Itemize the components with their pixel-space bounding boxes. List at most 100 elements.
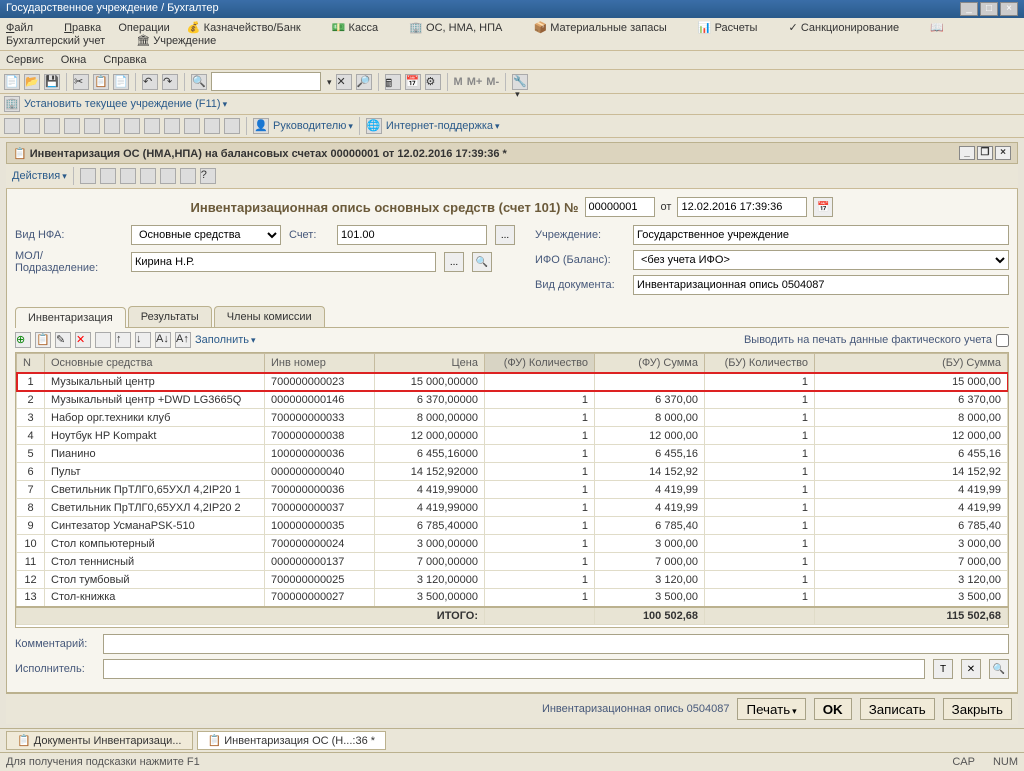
table-row[interactable]: 13Стол-книжка7000000000273 500,0000013 5… <box>17 589 1008 607</box>
move-up-icon[interactable]: ↑ <box>115 332 131 348</box>
mol-input[interactable] <box>131 252 436 272</box>
tb3-icon-11[interactable] <box>204 118 220 134</box>
tb3-icon-9[interactable] <box>164 118 180 134</box>
date-picker-button[interactable]: 📅 <box>813 197 833 217</box>
mol-open[interactable]: 🔍 <box>472 252 492 272</box>
cut-icon[interactable]: ✂ <box>73 74 89 90</box>
doc-minimize-button[interactable]: _ <box>959 146 975 160</box>
table-row[interactable]: 10Стол компьютерный7000000000243 000,000… <box>17 535 1008 553</box>
copy-row-icon[interactable]: 📋 <box>35 332 51 348</box>
table-row[interactable]: 8Светильник ПрТЛГ0,65УХЛ 4,2IP20 2700000… <box>17 499 1008 517</box>
col-buq[interactable]: (БУ) Количество <box>705 354 815 373</box>
executor-input[interactable] <box>103 659 925 679</box>
memory-mminus[interactable]: M- <box>486 76 499 88</box>
menu-os[interactable]: 🏢 ОС, НМА, НПА <box>409 22 516 34</box>
close-button[interactable]: × <box>1000 2 1018 16</box>
doc-tb-icon-3[interactable] <box>120 168 136 184</box>
table-row[interactable]: 4Ноутбук HP Kompakt70000000003812 000,00… <box>17 427 1008 445</box>
memory-m[interactable]: M <box>454 76 463 88</box>
window-tab-inv[interactable]: 📋 Инвентаризация ОС (Н...:36 * <box>197 731 387 750</box>
menu-service[interactable]: Сервис <box>6 54 44 66</box>
save-icon[interactable]: 💾 <box>44 74 60 90</box>
table-row[interactable]: 2Музыкальный центр +DWD LG3665Q000000000… <box>17 391 1008 409</box>
doc-tb-icon-4[interactable] <box>140 168 156 184</box>
col-bus[interactable]: (БУ) Сумма <box>815 354 1008 373</box>
doc-number-input[interactable] <box>585 197 655 217</box>
calendar-icon[interactable]: 📅 <box>405 74 421 90</box>
inst-input[interactable] <box>633 225 1009 245</box>
calc-icon[interactable]: 🖩 <box>385 74 401 90</box>
minimize-button[interactable]: _ <box>960 2 978 16</box>
set-institution-link[interactable]: Установить текущее учреждение (F11) <box>24 98 227 110</box>
menu-help[interactable]: Справка <box>103 54 146 66</box>
ok-button[interactable]: OK <box>814 698 852 720</box>
redo-icon[interactable]: ↷ <box>162 74 178 90</box>
tab-results[interactable]: Результаты <box>128 306 212 327</box>
menu-cash[interactable]: 💵 Касса <box>332 22 392 34</box>
nfa-select[interactable]: Основные средства <box>131 225 281 245</box>
col-fus[interactable]: (ФУ) Сумма <box>595 354 705 373</box>
col-price[interactable]: Цена <box>375 354 485 373</box>
window-tab-docs[interactable]: 📋 Документы Инвентаризаци... <box>6 731 193 750</box>
account-picker[interactable]: ... <box>495 225 515 245</box>
table-row[interactable]: 11Стол теннисный0000000001377 000,000001… <box>17 553 1008 571</box>
edit-row-icon[interactable]: ✎ <box>55 332 71 348</box>
doc-tb-icon-5[interactable] <box>160 168 176 184</box>
tb3-icon-6[interactable] <box>104 118 120 134</box>
undo-icon[interactable]: ↶ <box>142 74 158 90</box>
add-row-icon[interactable]: ⊕ <box>15 332 31 348</box>
save-button[interactable]: Записать <box>860 698 935 720</box>
doc-tb-icon-2[interactable] <box>100 168 116 184</box>
menu-institution[interactable]: 🏛 Учреждение <box>136 35 230 47</box>
search-dropdown[interactable] <box>325 76 332 88</box>
col-os[interactable]: Основные средства <box>45 354 265 373</box>
new-icon[interactable]: 📄 <box>4 74 20 90</box>
memory-mplus[interactable]: M+ <box>467 76 483 88</box>
comment-input[interactable] <box>103 634 1009 654</box>
tb3-icon-4[interactable] <box>64 118 80 134</box>
search-icon[interactable]: 🔍 <box>191 74 207 90</box>
close-button[interactable]: Закрыть <box>943 698 1012 720</box>
manager-icon[interactable]: 👤 <box>253 118 269 134</box>
support-link[interactable]: Интернет-поддержка <box>386 120 500 132</box>
tb3-icon-12[interactable] <box>224 118 240 134</box>
data-grid-container[interactable]: N Основные средства Инв номер Цена (ФУ) … <box>15 352 1009 628</box>
fill-button[interactable]: Заполнить <box>195 334 256 346</box>
menu-file[interactable]: Файл <box>6 22 47 34</box>
doc-tb-icon-6[interactable] <box>180 168 196 184</box>
doc-date-input[interactable] <box>677 197 807 217</box>
table-row[interactable]: 5Пианино1000000000366 455,1600016 455,16… <box>17 445 1008 463</box>
search-input[interactable] <box>211 72 321 91</box>
doc-close-button[interactable]: × <box>995 146 1011 160</box>
open-icon[interactable]: 📂 <box>24 74 40 90</box>
copy-icon[interactable]: 📋 <box>93 74 109 90</box>
menu-materials[interactable]: 📦 Материальные запасы <box>533 22 680 34</box>
doc-tb-icon-1[interactable] <box>80 168 96 184</box>
menu-edit[interactable]: Правка <box>64 22 101 34</box>
menu-calc[interactable]: 📊 Расчеты <box>698 22 772 34</box>
table-row[interactable]: 6Пульт00000000004014 152,92000114 152,92… <box>17 463 1008 481</box>
sort-desc-icon[interactable]: A↑ <box>175 332 191 348</box>
maximize-button[interactable]: □ <box>980 2 998 16</box>
tb3-icon-7[interactable] <box>124 118 140 134</box>
tb3-icon-5[interactable] <box>84 118 100 134</box>
print-button[interactable]: Печать <box>737 698 805 720</box>
move-down-icon[interactable]: ↓ <box>135 332 151 348</box>
table-row[interactable]: 7Светильник ПрТЛГ0,65УХЛ 4,2IP20 1700000… <box>17 481 1008 499</box>
find-icon[interactable]: 🔎 <box>356 74 372 90</box>
manager-link[interactable]: Руководителю <box>273 120 353 132</box>
executor-t-button[interactable]: T <box>933 659 953 679</box>
tb3-icon-1[interactable] <box>4 118 20 134</box>
tab-commission[interactable]: Члены комиссии <box>214 306 325 327</box>
tb3-icon-8[interactable] <box>144 118 160 134</box>
table-row[interactable]: 9Синтезатор УсманаPSK-5101000000000356 7… <box>17 517 1008 535</box>
executor-open-button[interactable]: 🔍 <box>989 659 1009 679</box>
col-n[interactable]: N <box>17 354 45 373</box>
doc-restore-button[interactable]: ❐ <box>977 146 993 160</box>
props-icon[interactable]: ⚙ <box>425 74 441 90</box>
table-row[interactable]: 1Музыкальный центр70000000002315 000,000… <box>17 373 1008 391</box>
print-actual-checkbox[interactable] <box>996 334 1009 347</box>
menu-operations[interactable]: Операции <box>118 22 169 34</box>
doc-tb-help-icon[interactable]: ? <box>200 168 216 184</box>
account-input[interactable] <box>337 225 487 245</box>
